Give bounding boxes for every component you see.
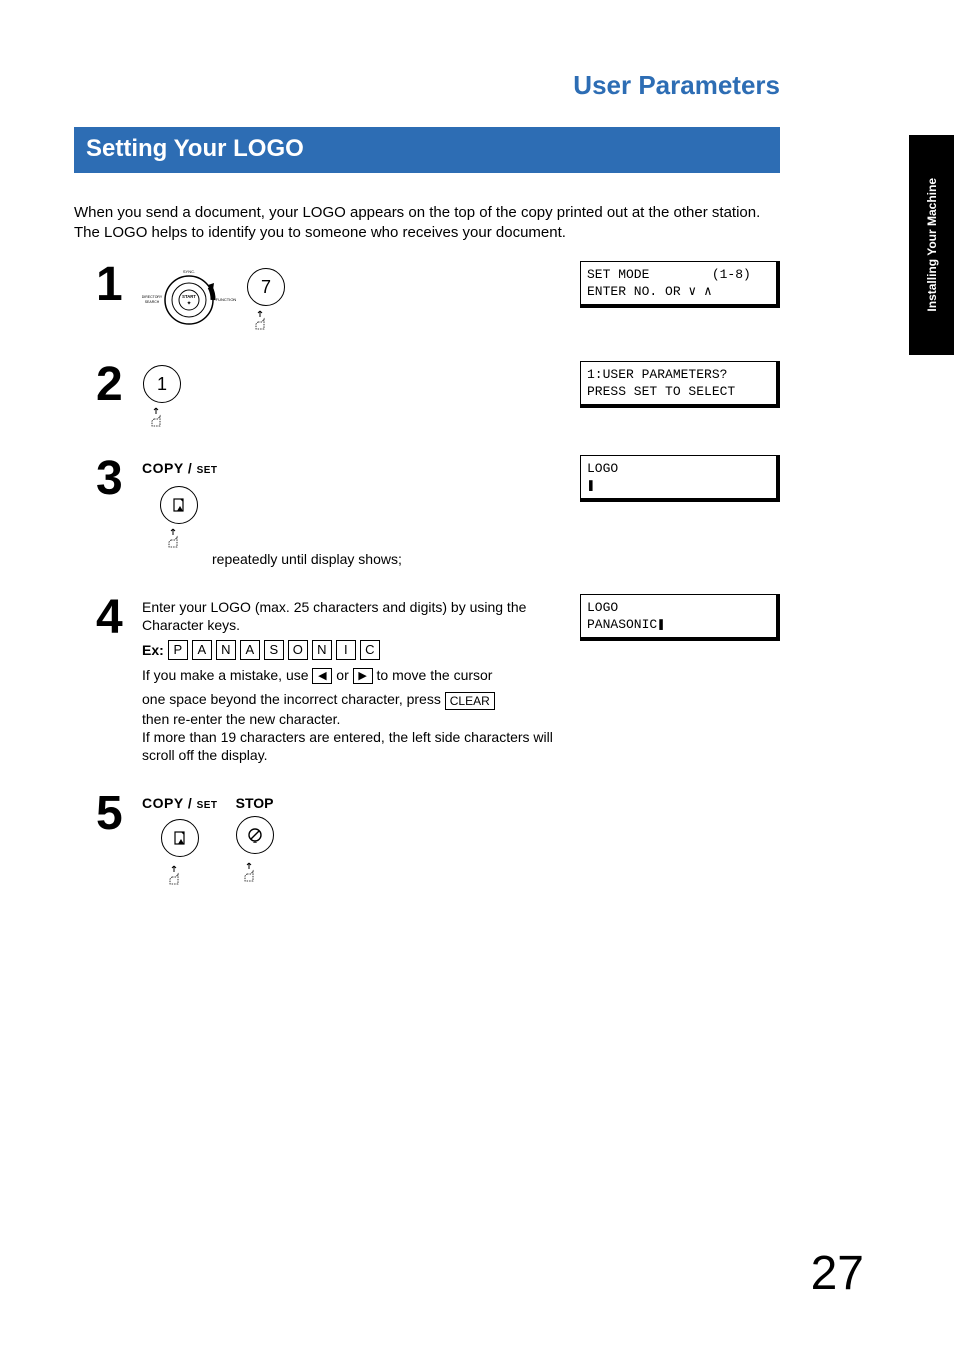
- char-key: I: [336, 640, 356, 660]
- step-body: COPY / SET: [142, 790, 560, 887]
- step-5: 5 COPY / SET: [74, 790, 780, 887]
- step-body: START ✦ SYNC. DIRECTORY SEARCH FUNCTION …: [142, 261, 560, 335]
- press-icon: [243, 860, 267, 884]
- copyset-button: [161, 819, 199, 857]
- example-line: Ex: P A N A S O N I C: [142, 640, 560, 660]
- copyset-key-stack: [160, 486, 198, 550]
- s4-line2: If you make a mistake, use ◀ or ▶ to mov…: [142, 666, 560, 684]
- dial-and-key: START ✦ SYNC. DIRECTORY SEARCH FUNCTION …: [142, 265, 560, 335]
- s4-line4: then re-enter the new character.: [142, 710, 560, 728]
- text-frag: one space beyond the incorrect character…: [142, 691, 445, 707]
- step-body: Enter your LOGO (max. 25 characters and …: [142, 594, 560, 764]
- document-icon: [171, 497, 187, 513]
- svg-text:FUNCTION: FUNCTION: [216, 297, 237, 302]
- lcd-display: LOGO PANASONIC❚: [580, 594, 780, 641]
- char-key: O: [288, 640, 308, 660]
- press-icon: [150, 405, 174, 429]
- press-icon: [254, 308, 278, 332]
- step-number: 5: [74, 790, 142, 838]
- key-1-label: 1: [157, 375, 167, 393]
- step-1: 1 START ✦ SYNC. DIRECTORY SEARCH FUNCTIO…: [74, 261, 780, 335]
- page-title: User Parameters: [74, 70, 780, 101]
- text-frag: If you make a mistake, use: [142, 667, 312, 683]
- left-arrow-key: ◀: [312, 668, 332, 684]
- copy-text: COPY /: [142, 460, 192, 476]
- step-4: 4 Enter your LOGO (max. 25 characters an…: [74, 594, 780, 764]
- key-7-stack: 7: [247, 268, 285, 332]
- ex-label: Ex:: [142, 641, 164, 659]
- side-tab: Installing Your Machine: [909, 135, 954, 355]
- step-2: 2 1 1:USER PARAMETERS? PRESS SET TO SELE…: [74, 361, 780, 429]
- svg-text:DIRECTORY: DIRECTORY: [142, 295, 163, 299]
- lcd-wrap: LOGO ❚: [580, 455, 780, 502]
- lcd-wrap: 1:USER PARAMETERS? PRESS SET TO SELECT: [580, 361, 780, 408]
- text-frag: or: [336, 667, 352, 683]
- step-number: 1: [74, 261, 142, 309]
- key-7: 7: [247, 268, 285, 306]
- step-number: 2: [74, 361, 142, 409]
- set-text: SET: [197, 800, 218, 811]
- s4-line5: If more than 19 characters are entered, …: [142, 728, 560, 764]
- stop-button: [236, 816, 274, 854]
- s4-line1: Enter your LOGO (max. 25 characters and …: [142, 598, 560, 634]
- key-1-stack: 1: [142, 365, 182, 429]
- text-frag: to move the cursor: [377, 667, 493, 683]
- lcd-display: LOGO ❚: [580, 455, 780, 502]
- lcd-display: 1:USER PARAMETERS? PRESS SET TO SELECT: [580, 361, 780, 408]
- copyset-label: COPY / SET: [142, 459, 218, 480]
- set-text: SET: [197, 465, 218, 476]
- char-key: C: [360, 640, 380, 660]
- copyset-col: COPY / SET: [142, 794, 218, 887]
- char-key: P: [168, 640, 188, 660]
- key-1: 1: [143, 365, 181, 403]
- intro-text: When you send a document, your LOGO appe…: [74, 203, 780, 243]
- char-key: N: [312, 640, 332, 660]
- steps-list: 1 START ✦ SYNC. DIRECTORY SEARCH FUNCTIO…: [74, 261, 780, 887]
- key-7-label: 7: [261, 278, 271, 296]
- page-number: 27: [811, 1246, 864, 1301]
- svg-text:SYNC.: SYNC.: [183, 269, 195, 274]
- stop-icon: [247, 827, 263, 843]
- step-body: COPY / SET: [142, 455, 560, 568]
- side-tab-label: Installing Your Machine: [925, 178, 939, 312]
- step-body: 1: [142, 361, 560, 429]
- copyset-block: COPY / SET: [142, 459, 560, 568]
- clear-key: CLEAR: [445, 692, 495, 710]
- press-icon: [167, 526, 191, 550]
- copyset-stop-row: COPY / SET: [142, 794, 560, 887]
- right-arrow-key: ▶: [353, 668, 373, 684]
- step-3: 3 COPY / SET: [74, 455, 780, 568]
- step-number: 3: [74, 455, 142, 503]
- step3-tail: repeatedly until display shows;: [212, 550, 402, 568]
- copyset-label: COPY / SET: [142, 794, 218, 815]
- function-dial-icon: START ✦ SYNC. DIRECTORY SEARCH FUNCTION: [142, 265, 237, 335]
- lcd-wrap: LOGO PANASONIC❚: [580, 594, 780, 641]
- lcd-wrap: SET MODE (1-8) ENTER NO. OR ∨ ∧: [580, 261, 780, 308]
- copy-text: COPY /: [142, 795, 192, 811]
- document-icon: [172, 830, 188, 846]
- svg-text:SEARCH: SEARCH: [145, 300, 160, 304]
- char-key: A: [192, 640, 212, 660]
- char-key: S: [264, 640, 284, 660]
- char-key: A: [240, 640, 260, 660]
- char-key: N: [216, 640, 236, 660]
- press-icon: [168, 863, 192, 887]
- svg-text:START: START: [182, 294, 196, 299]
- content: User Parameters Setting Your LOGO When y…: [0, 0, 870, 887]
- step-number: 4: [74, 594, 142, 642]
- copyset-button: [160, 486, 198, 524]
- s4-line3: one space beyond the incorrect character…: [142, 690, 560, 709]
- stop-label: STOP: [236, 794, 274, 812]
- lcd-display: SET MODE (1-8) ENTER NO. OR ∨ ∧: [580, 261, 780, 308]
- section-heading: Setting Your LOGO: [74, 127, 780, 173]
- svg-text:✦: ✦: [186, 300, 191, 307]
- stop-col: STOP: [236, 794, 274, 884]
